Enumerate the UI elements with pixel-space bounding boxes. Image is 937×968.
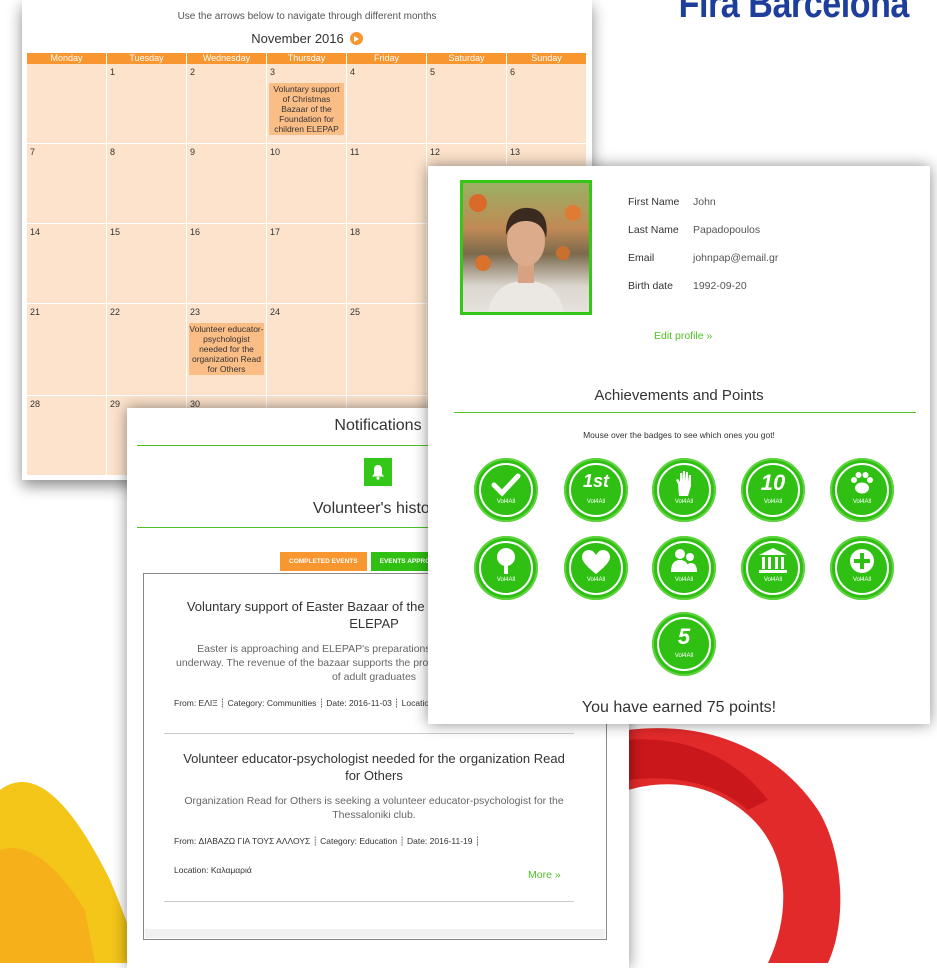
- horizontal-scrollbar[interactable]: [145, 929, 605, 938]
- first-name-label: First Name: [628, 196, 680, 208]
- calendar-day[interactable]: 10: [267, 144, 347, 224]
- weekday-wednesday: Wednesday: [187, 53, 267, 64]
- five-badge-icon[interactable]: 5 Vol4All: [652, 612, 716, 676]
- achievements-title: Achievements and Points: [594, 387, 764, 404]
- bell-icon: [364, 458, 392, 486]
- calendar-hint: Use the arrows below to navigate through…: [177, 11, 437, 22]
- calendar-month-label: November 2016: [251, 31, 344, 46]
- next-month-arrow-icon[interactable]: [349, 32, 363, 45]
- calendar-day[interactable]: 23 Volunteer educator-psychologist neede…: [187, 304, 267, 396]
- hand-badge-icon[interactable]: Vol4All: [652, 458, 716, 522]
- calendar-day[interactable]: 8: [107, 144, 187, 224]
- calendar-day[interactable]: 3 Voluntary support of Christmas Bazaar …: [267, 64, 347, 144]
- calendar-day[interactable]: 28: [27, 396, 107, 476]
- email-value: johnpap@email.gr: [693, 252, 779, 264]
- event-card: Volunteer educator-psychologist needed f…: [174, 750, 574, 875]
- weekday-tuesday: Tuesday: [107, 53, 187, 64]
- tree-badge-icon[interactable]: Vol4All: [474, 536, 538, 600]
- more-link[interactable]: More »: [528, 869, 561, 881]
- plus-badge-icon[interactable]: Vol4All: [830, 536, 894, 600]
- edit-profile-link[interactable]: Edit profile »: [654, 330, 712, 342]
- calendar-day[interactable]: 9: [187, 144, 267, 224]
- calendar-day[interactable]: 5: [427, 64, 507, 144]
- calendar-day[interactable]: 2: [187, 64, 267, 144]
- checkmark-badge-icon[interactable]: Vol4All: [474, 458, 538, 522]
- history-tabs: COMPLETED EVENTS EVENTS APPROVED: [280, 552, 434, 571]
- calendar-event-nov23[interactable]: Volunteer educator-psychologist needed f…: [189, 323, 264, 375]
- birth-date-label: Birth date: [628, 280, 673, 292]
- red-paint-stroke: [628, 728, 841, 963]
- points-summary: You have earned 75 points!: [581, 699, 777, 716]
- heart-badge-icon[interactable]: Vol4All: [564, 536, 628, 600]
- calendar-day[interactable]: 22: [107, 304, 187, 396]
- calendar-month-header: November 2016: [22, 31, 592, 46]
- ten-badge-icon[interactable]: 10 Vol4All: [741, 458, 805, 522]
- people-badge-icon[interactable]: Vol4All: [652, 536, 716, 600]
- calendar-day[interactable]: 11: [347, 144, 427, 224]
- calendar-day[interactable]: 7: [27, 144, 107, 224]
- achievements-divider: [454, 412, 916, 413]
- birth-date-value: 1992-09-20: [693, 280, 747, 292]
- calendar-day[interactable]: 1: [107, 64, 187, 144]
- calendar-day[interactable]: 17: [267, 224, 347, 304]
- calendar-event-nov3[interactable]: Voluntary support of Christmas Bazaar of…: [269, 83, 344, 135]
- tab-completed-events[interactable]: COMPLETED EVENTS: [280, 552, 367, 571]
- profile-info: First Name John Last Name Papadopoulos Ema…: [628, 196, 778, 308]
- weekday-saturday: Saturday: [427, 53, 507, 64]
- weekday-thursday: Thursday: [267, 53, 347, 64]
- paw-badge-icon[interactable]: Vol4All: [830, 458, 894, 522]
- first-name-value: John: [693, 196, 716, 208]
- weekday-monday: Monday: [27, 53, 107, 64]
- event-location: Location: Καλαμαριά: [174, 865, 252, 875]
- last-name-value: Papadopoulos: [693, 224, 761, 236]
- brand-logo-text: Fira Barcelona: [678, 0, 910, 26]
- event-divider: [164, 733, 574, 734]
- avatar: [460, 180, 592, 315]
- calendar-weekday-header: Monday Tuesday Wednesday Thursday Friday…: [27, 53, 587, 64]
- building-badge-icon[interactable]: Vol4All: [741, 536, 805, 600]
- calendar-day[interactable]: 18: [347, 224, 427, 304]
- yellow-paint-stroke: [0, 782, 140, 963]
- event-divider: [164, 901, 574, 902]
- email-label: Email: [628, 252, 655, 264]
- calendar-week: 1 2 3 Voluntary support of Christmas Baz…: [27, 64, 587, 144]
- calendar-day[interactable]: 16: [187, 224, 267, 304]
- weekday-sunday: Sunday: [507, 53, 587, 64]
- event-description: Organization Read for Others is seeking …: [184, 795, 564, 821]
- calendar-day[interactable]: 21: [27, 304, 107, 396]
- tab-events-approved[interactable]: EVENTS APPROVED: [370, 552, 434, 571]
- calendar-day[interactable]: 14: [27, 224, 107, 304]
- calendar-day[interactable]: [27, 64, 107, 144]
- calendar-day[interactable]: 4: [347, 64, 427, 144]
- last-name-label: Last Name: [628, 224, 679, 236]
- event-title[interactable]: Volunteer educator-psychologist needed f…: [174, 750, 574, 784]
- first-application-badge-icon[interactable]: 1st Vol4All: [564, 458, 628, 522]
- calendar-day[interactable]: 6: [507, 64, 587, 144]
- achievements-hint: Mouse over the badges to see which ones …: [583, 430, 775, 440]
- profile-panel: First Name John Last Name Papadopoulos Ema…: [428, 166, 930, 724]
- event-meta: From: ΔΙΑΒΑΖΩ ΓΙΑ ΤΟΥΣ ΑΛΛΟΥΣ ┊ Category…: [174, 836, 480, 846]
- calendar-day[interactable]: 15: [107, 224, 187, 304]
- calendar-day[interactable]: 24: [267, 304, 347, 396]
- weekday-friday: Friday: [347, 53, 427, 64]
- calendar-day[interactable]: 25: [347, 304, 427, 396]
